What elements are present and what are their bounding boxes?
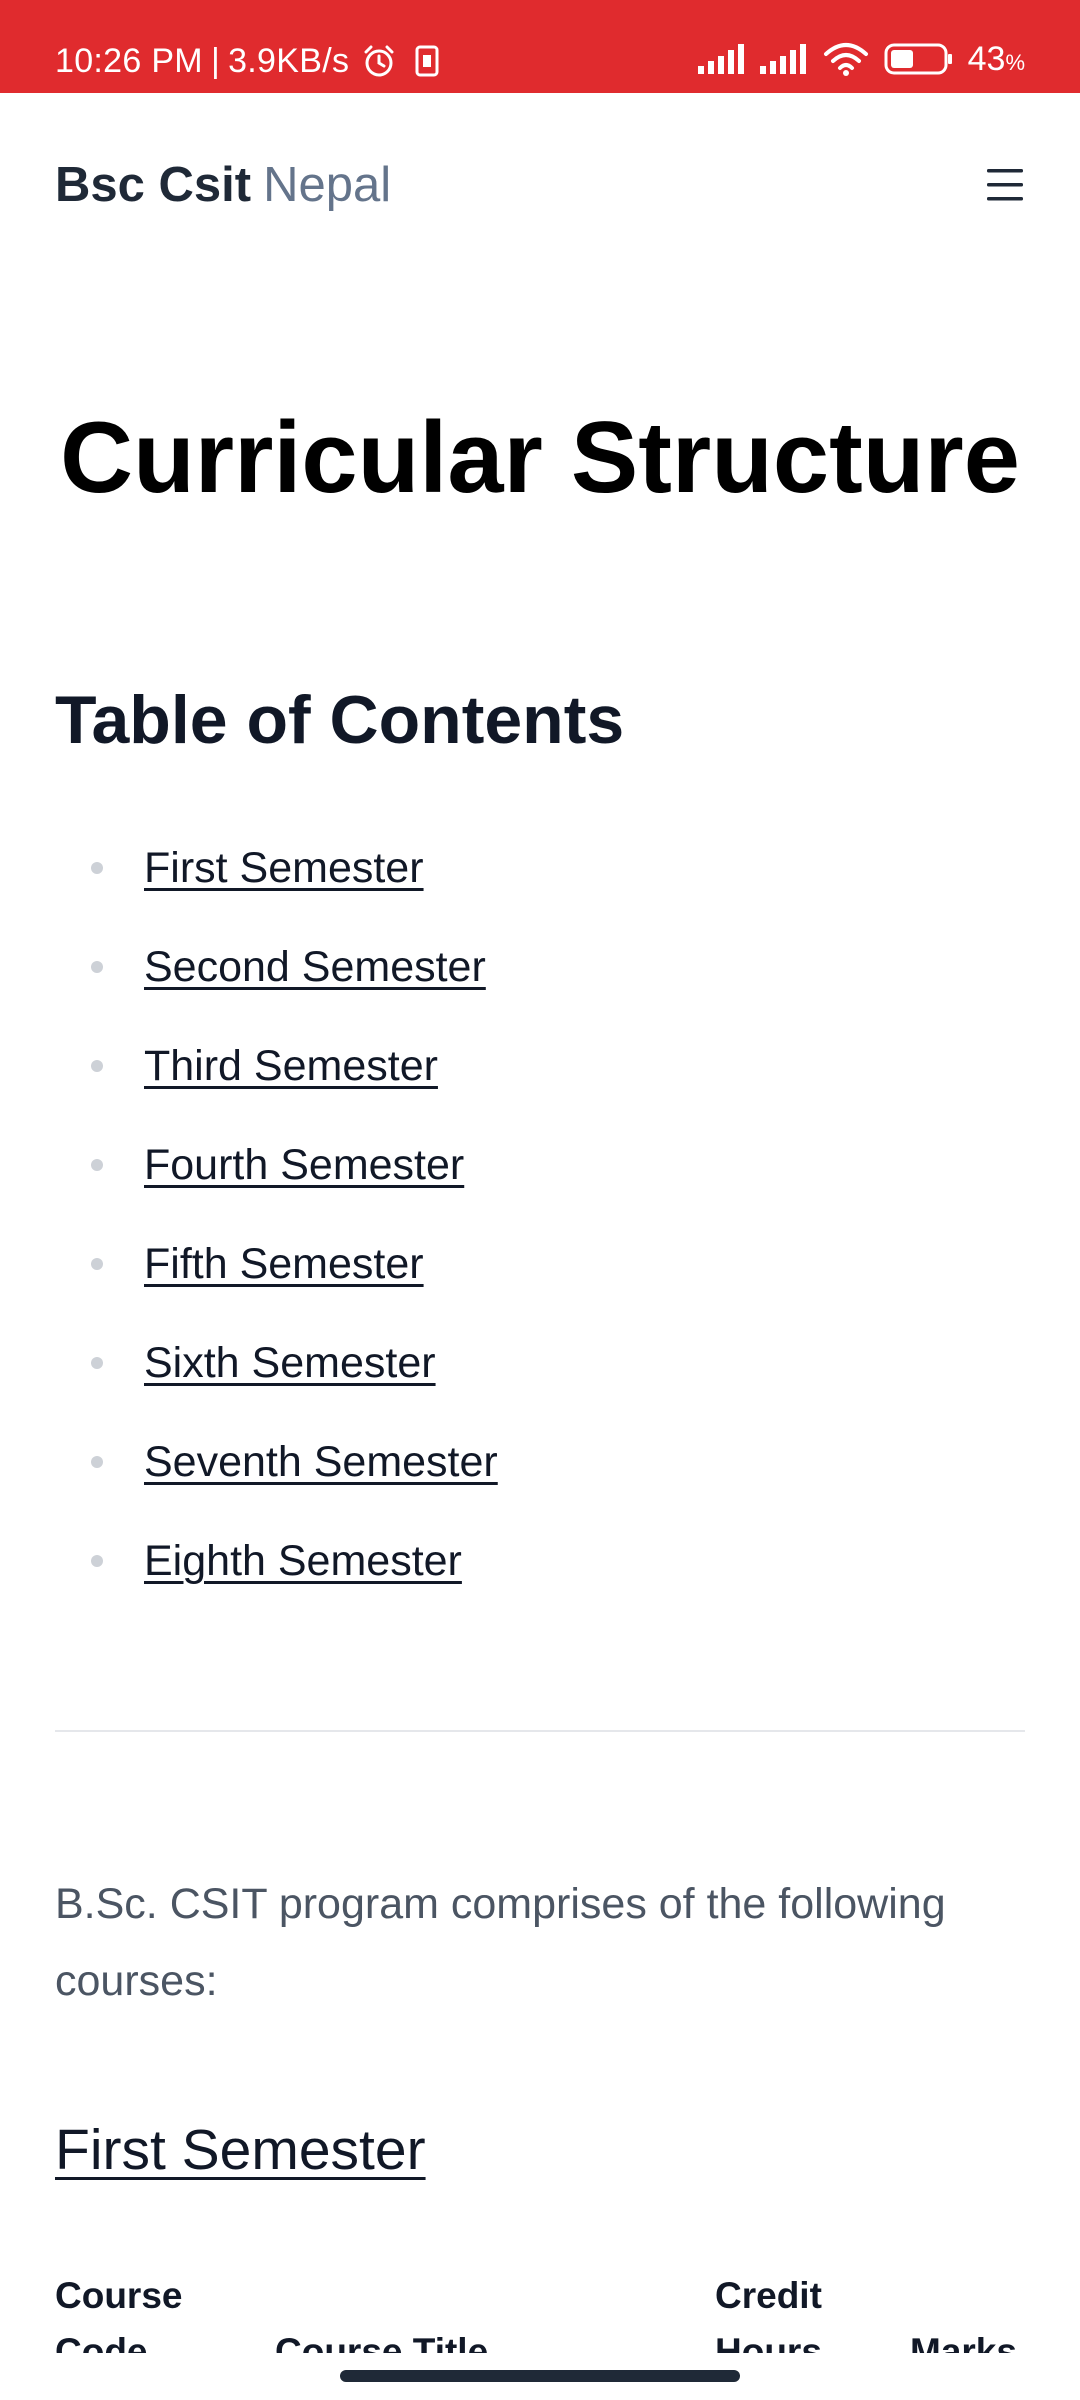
toc-link-fourth-semester[interactable]: Fourth Semester xyxy=(144,1132,464,1198)
home-indicator[interactable] xyxy=(340,2370,740,2382)
list-item: Eighth Semester xyxy=(55,1528,498,1627)
bullet-icon xyxy=(91,1357,103,1369)
toc-link-first-semester[interactable]: First Semester xyxy=(144,835,424,901)
status-separator: | xyxy=(210,42,221,80)
list-item: Third Semester xyxy=(55,1033,498,1132)
bullet-icon xyxy=(91,1555,103,1567)
table-header-code: Code xyxy=(55,2331,148,2353)
hamburger-menu-icon[interactable] xyxy=(985,165,1025,205)
status-time: 10:26 PM xyxy=(55,42,203,80)
list-item: Second Semester xyxy=(55,934,498,1033)
brand-logo[interactable]: Bsc Csit Nepal xyxy=(55,155,391,215)
table-header-marks: Marks xyxy=(910,2331,1017,2353)
list-item: Fifth Semester xyxy=(55,1231,498,1330)
sim-icon xyxy=(415,45,439,77)
site-header: Bsc Csit Nepal xyxy=(55,155,1025,215)
toc-link-third-semester[interactable]: Third Semester xyxy=(144,1033,438,1099)
network-speed: 3.9KB/s xyxy=(228,42,350,80)
divider xyxy=(55,1730,1025,1732)
list-item: Fourth Semester xyxy=(55,1132,498,1231)
page-title: Curricular Structure xyxy=(60,402,1020,514)
table-header-hours: Hours xyxy=(715,2331,822,2353)
signal-icon xyxy=(759,43,808,79)
signal-icon xyxy=(697,43,746,79)
course-table-header: Course Credit Code Course Title Hours Ma… xyxy=(55,2268,1025,2353)
toc-link-eighth-semester[interactable]: Eighth Semester xyxy=(144,1528,462,1594)
status-left: 10:26 PM | 3.9KB/s xyxy=(55,38,439,84)
wifi-icon xyxy=(822,42,870,81)
toc-link-sixth-semester[interactable]: Sixth Semester xyxy=(144,1330,436,1396)
bullet-icon xyxy=(91,1456,103,1468)
battery-icon xyxy=(884,43,954,80)
toc-link-second-semester[interactable]: Second Semester xyxy=(144,934,486,1000)
bullet-icon xyxy=(91,1060,103,1072)
bullet-icon xyxy=(91,1159,103,1171)
list-item: Sixth Semester xyxy=(55,1330,498,1429)
intro-text: B.Sc. CSIT program comprises of the foll… xyxy=(55,1880,946,2005)
battery-percent: 43% xyxy=(967,40,1025,78)
toc-heading: Table of Contents xyxy=(55,682,625,758)
table-header-course-title: Course Title xyxy=(275,2331,489,2353)
bullet-icon xyxy=(91,1258,103,1270)
alarm-icon xyxy=(361,43,397,79)
section-heading-first-semester[interactable]: First Semester xyxy=(55,2112,426,2188)
status-bar: 10:26 PM | 3.9KB/s 43% xyxy=(0,0,1080,93)
list-item: Seventh Semester xyxy=(55,1429,498,1528)
table-header-credit: Credit xyxy=(715,2275,822,2316)
bullet-icon xyxy=(91,862,103,874)
brand-name-light: Nepal xyxy=(263,158,392,212)
table-header-course: Course xyxy=(55,2275,183,2316)
toc-link-fifth-semester[interactable]: Fifth Semester xyxy=(144,1231,424,1297)
list-item: First Semester xyxy=(55,835,498,934)
bullet-icon xyxy=(91,961,103,973)
toc-list: First Semester Second Semester Third Sem… xyxy=(55,835,498,1627)
brand-name-bold: Bsc Csit xyxy=(55,158,252,212)
status-right: 43% xyxy=(697,38,1025,84)
toc-link-seventh-semester[interactable]: Seventh Semester xyxy=(144,1429,498,1495)
